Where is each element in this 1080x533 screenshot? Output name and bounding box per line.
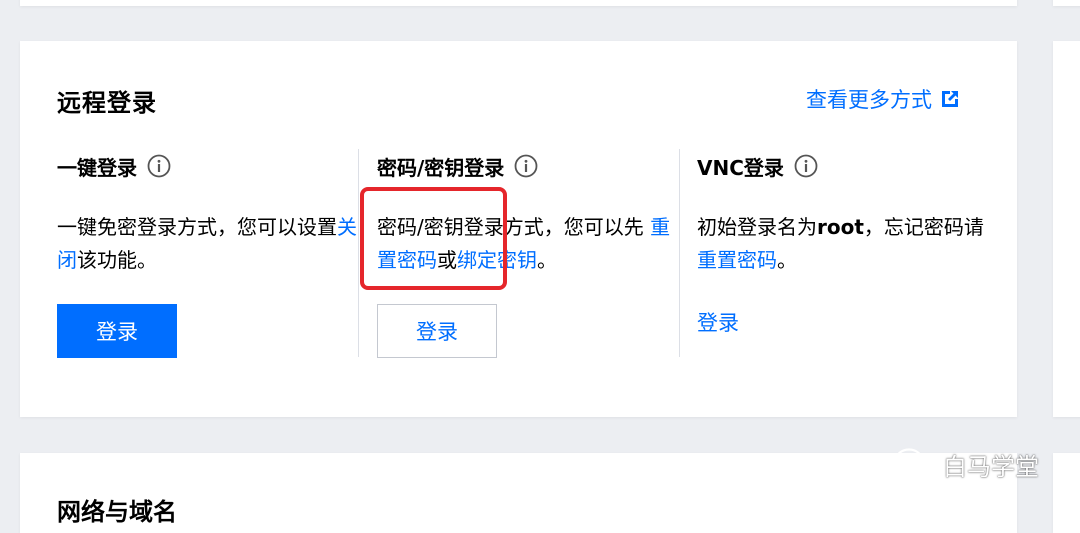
info-icon[interactable] bbox=[514, 154, 538, 178]
side-card bbox=[1053, 41, 1080, 417]
password-key-login-heading: 密码/密钥登录 bbox=[377, 155, 505, 180]
wechat-icon bbox=[894, 448, 934, 482]
column-heading: 密码/密钥登录 bbox=[377, 151, 677, 181]
column-heading: 一键登录 bbox=[57, 151, 357, 181]
previous-card bbox=[20, 0, 1017, 6]
vnc-login-heading: VNC登录 bbox=[697, 155, 784, 180]
more-methods-link[interactable]: 查看更多方式 bbox=[806, 84, 960, 114]
side-card-top bbox=[1053, 0, 1080, 6]
reset-password-link[interactable]: 重置密码 bbox=[697, 248, 777, 272]
network-domain-title: 网络与域名 bbox=[57, 498, 177, 526]
info-icon[interactable] bbox=[147, 154, 171, 178]
one-click-login-heading: 一键登录 bbox=[57, 155, 137, 180]
watermark: 白马学堂 bbox=[893, 446, 1039, 482]
vnc-login-description: 初始登录名为root，忘记密码请重置密码。 bbox=[697, 215, 984, 272]
red-highlight-annotation bbox=[360, 187, 507, 290]
vnc-login-link[interactable]: 登录 bbox=[697, 307, 739, 337]
more-methods-label: 查看更多方式 bbox=[806, 88, 932, 112]
external-link-icon bbox=[942, 91, 958, 107]
section-title: 远程登录 bbox=[57, 89, 157, 117]
column-divider bbox=[358, 149, 359, 357]
watermark-text: 白马学堂 bbox=[943, 452, 1039, 481]
password-key-login-button[interactable]: 登录 bbox=[377, 304, 497, 358]
side-card-bottom bbox=[1053, 453, 1080, 533]
vnc-login-column: VNC登录 初始登录名为root，忘记密码请重置密码。 登录 bbox=[697, 151, 997, 335]
one-click-login-description: 一键免密登录方式，您可以设置关闭该功能。 bbox=[57, 215, 357, 272]
column-divider bbox=[679, 149, 680, 357]
one-click-login-button[interactable]: 登录 bbox=[57, 304, 177, 358]
info-icon[interactable] bbox=[794, 154, 818, 178]
column-heading: VNC登录 bbox=[697, 151, 997, 181]
root-username: root bbox=[817, 215, 864, 239]
remote-login-card: 远程登录 查看更多方式 一键登录 一键免密登录方式，您可以设置关闭该功能。 登录… bbox=[20, 41, 1017, 417]
one-click-login-column: 一键登录 一键免密登录方式，您可以设置关闭该功能。 登录 bbox=[57, 151, 357, 358]
